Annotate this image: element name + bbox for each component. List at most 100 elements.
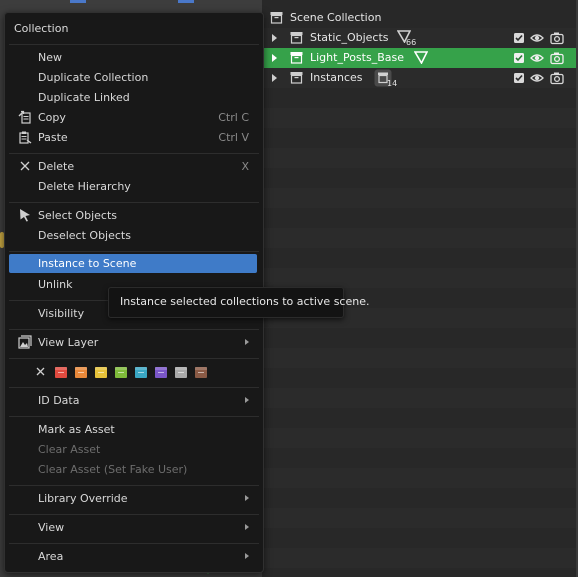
menu-item-view[interactable]: View (9, 517, 257, 537)
color-tag-green[interactable] (115, 367, 127, 378)
menu-item-label: Unlink (38, 278, 73, 291)
submenu-arrow-icon (245, 495, 249, 501)
menu-item-new[interactable]: New (9, 47, 257, 67)
outliner-empty-row (262, 428, 576, 448)
funnel-icon (414, 51, 428, 64)
menu-item-label: Deselect Objects (38, 229, 131, 242)
menu-separator (9, 387, 259, 388)
menu-item-duplicate-collection[interactable]: Duplicate Collection (9, 67, 257, 87)
outliner-row-static-objects[interactable]: Static_Objects 66 (262, 28, 576, 48)
menu-separator (9, 358, 259, 359)
color-tag-orange[interactable] (75, 367, 87, 378)
color-tag-blue[interactable] (135, 367, 147, 378)
menu-item-paste[interactable]: Paste Ctrl V (9, 127, 257, 147)
shortcut-label: Ctrl V (218, 131, 249, 144)
outliner-row-scene-collection[interactable]: Scene Collection (262, 8, 576, 28)
menu-item-delete[interactable]: Delete X (9, 156, 257, 176)
menu-item-area[interactable]: Area (9, 546, 257, 566)
collection-box-icon (290, 72, 303, 84)
color-tag-gray[interactable] (175, 367, 187, 378)
outliner-row-label: Light_Posts_Base (310, 51, 404, 64)
menu-item-copy[interactable]: Copy Ctrl C (9, 107, 257, 127)
paste-icon (19, 131, 32, 144)
outliner-empty-row (262, 348, 576, 368)
menu-separator (9, 485, 259, 486)
submenu-arrow-icon (245, 339, 249, 345)
color-tag-brown[interactable] (195, 367, 207, 378)
menu-separator (9, 329, 259, 330)
menu-item-instance-to-scene[interactable]: Instance to Scene (9, 254, 257, 273)
menu-item-label: Select Objects (38, 209, 117, 222)
outliner-empty-row (262, 108, 576, 128)
outliner-empty-row (262, 388, 576, 408)
shortcut-label: X (241, 160, 249, 173)
outliner-empty-row (262, 328, 576, 348)
camera-icon[interactable] (550, 51, 564, 65)
outliner-empty-row (262, 408, 576, 428)
menu-item-label: View (38, 521, 65, 534)
outliner-empty-row (262, 448, 576, 468)
outliner-row-label: Scene Collection (290, 11, 382, 24)
outliner-empty-row (262, 468, 576, 488)
tooltip: Instance selected collections to active … (108, 287, 369, 318)
menu-item-label: Area (38, 550, 64, 563)
collection-box-icon (290, 32, 303, 44)
menu-item-label: Clear Asset (38, 443, 101, 456)
menu-item-view-layer[interactable]: View Layer (9, 332, 257, 352)
menu-item-label: Duplicate Collection (38, 71, 149, 84)
child-count: 14 (387, 79, 398, 88)
eye-icon[interactable] (530, 31, 544, 45)
menu-item-label: Delete (38, 160, 75, 173)
outliner-row-instances[interactable]: Instances 14 (262, 68, 576, 88)
color-tag-yellow[interactable] (95, 367, 107, 378)
checkbox-icon[interactable] (512, 71, 526, 85)
menu-separator (9, 416, 259, 417)
outliner-row-label: Instances (310, 71, 363, 84)
viewport-gizmo-marker (70, 0, 86, 3)
viewport-gizmo-marker (178, 0, 194, 3)
checkbox-icon[interactable] (512, 51, 526, 65)
outliner-empty-row (262, 368, 576, 388)
camera-icon[interactable] (550, 31, 564, 45)
menu-item-label: Library Override (38, 492, 128, 505)
eye-icon[interactable] (530, 51, 544, 65)
shortcut-label: Ctrl C (218, 111, 249, 124)
expand-arrow-icon[interactable] (272, 34, 277, 42)
clear-color-x-icon[interactable] (35, 366, 46, 377)
menu-item-select-objects[interactable]: Select Objects (9, 205, 257, 225)
outliner-empty-row (262, 148, 576, 168)
submenu-arrow-icon (245, 553, 249, 559)
expand-arrow-icon[interactable] (272, 74, 277, 82)
camera-icon[interactable] (550, 71, 564, 85)
menu-item-library-override[interactable]: Library Override (9, 488, 257, 508)
checkbox-icon[interactable] (512, 31, 526, 45)
menu-item-label: Copy (38, 111, 66, 124)
cursor-arrow-icon (20, 209, 30, 222)
menu-item-deselect-objects[interactable]: Deselect Objects (9, 225, 257, 245)
menu-item-mark-as-asset[interactable]: Mark as Asset (9, 419, 257, 439)
color-tag-red[interactable] (55, 367, 67, 378)
menu-item-id-data[interactable]: ID Data (9, 390, 257, 410)
menu-separator (9, 251, 259, 252)
outliner-empty-row (262, 548, 576, 568)
menu-item-delete-hierarchy[interactable]: Delete Hierarchy (9, 176, 257, 196)
color-tag-violet[interactable] (155, 367, 167, 378)
outliner-row-light-posts-base[interactable]: Light_Posts_Base (262, 48, 576, 68)
child-count: 66 (406, 38, 417, 47)
menu-item-label: Paste (38, 131, 68, 144)
menu-item-label: ID Data (38, 394, 80, 407)
menu-item-label: New (38, 51, 62, 64)
submenu-arrow-icon (245, 397, 249, 403)
menu-item-duplicate-linked[interactable]: Duplicate Linked (9, 87, 257, 107)
menu-item-label: Mark as Asset (38, 423, 115, 436)
eye-icon[interactable] (530, 71, 544, 85)
outliner-empty-row (262, 128, 576, 148)
outliner-empty-row (262, 208, 576, 228)
render-layer-icon (18, 335, 32, 349)
outliner-empty-row (262, 168, 576, 188)
menu-separator (9, 153, 259, 154)
delete-x-icon (20, 161, 30, 171)
menu-item-label: Visibility (38, 307, 85, 320)
expand-arrow-icon[interactable] (272, 54, 277, 62)
menu-separator (9, 514, 259, 515)
